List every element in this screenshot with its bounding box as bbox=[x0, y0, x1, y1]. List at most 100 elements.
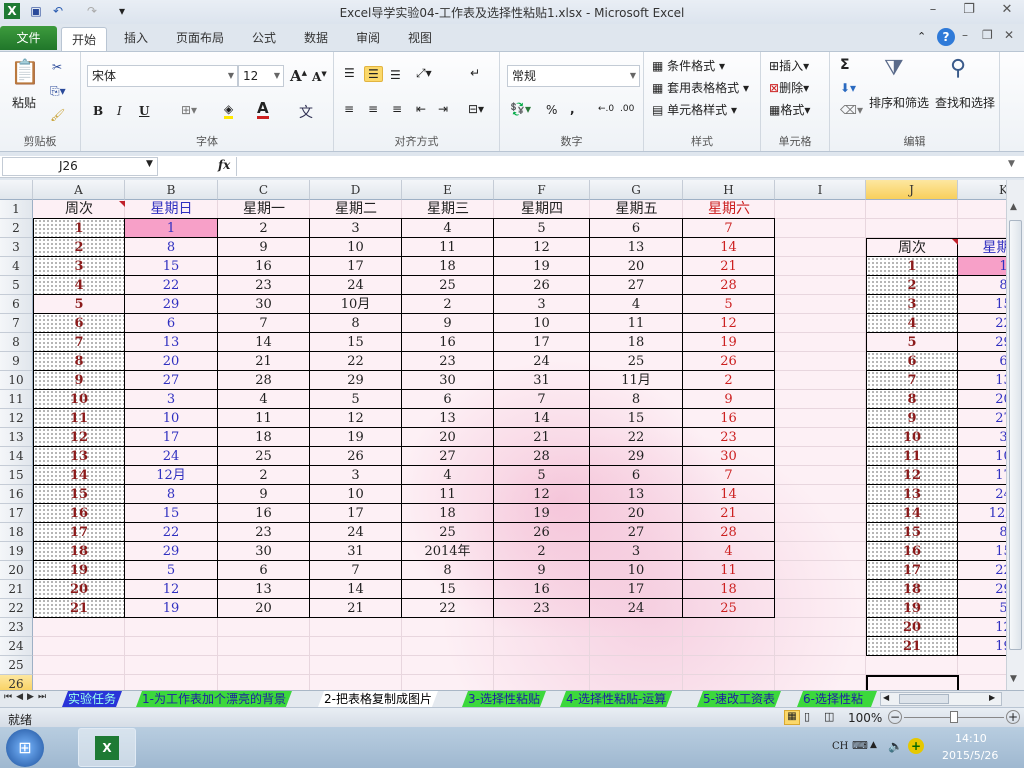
table-cell[interactable]: 6 bbox=[590, 219, 683, 238]
table-cell[interactable]: 16 bbox=[218, 257, 310, 276]
pasted-cell[interactable]: 15 bbox=[866, 523, 958, 542]
paste-icon[interactable]: 📋 bbox=[10, 58, 40, 86]
sheet-tab[interactable]: 1-为工作表加个漂亮的背景 bbox=[136, 691, 292, 707]
table-cell[interactable]: 25 bbox=[402, 276, 494, 295]
percent-button[interactable]: % bbox=[546, 103, 557, 117]
table-cell[interactable]: 8 bbox=[402, 561, 494, 580]
table-cell[interactable]: 5 bbox=[125, 561, 218, 580]
column-header[interactable]: C bbox=[218, 180, 310, 200]
column-header[interactable]: H bbox=[683, 180, 775, 200]
table-cell[interactable]: 19 bbox=[310, 428, 402, 447]
number-format-combo[interactable]: 常规 ▼ bbox=[507, 65, 640, 87]
scroll-down-icon[interactable]: ▼ bbox=[1010, 674, 1017, 684]
row-header[interactable]: 19 bbox=[0, 542, 33, 561]
taskbar-excel-button[interactable]: X bbox=[78, 728, 136, 767]
table-cell[interactable]: 14 bbox=[683, 238, 775, 257]
workbook-minimize-icon[interactable]: – bbox=[962, 28, 968, 42]
pasted-cell[interactable]: 5 bbox=[866, 333, 958, 352]
table-cell[interactable]: 25 bbox=[402, 523, 494, 542]
table-cell[interactable]: 19 bbox=[33, 561, 125, 580]
table-cell[interactable]: 7 bbox=[683, 466, 775, 485]
minimize-button[interactable]: – bbox=[920, 2, 946, 20]
table-cell[interactable]: 1 bbox=[125, 219, 218, 238]
table-cell[interactable]: 17 bbox=[590, 580, 683, 599]
worksheet-grid[interactable]: A B C D E F G H I J K 1 2 3 4 5 6 7 8 9 10 11 12 13 14 15 16 17 18 19… bbox=[0, 180, 1006, 690]
table-cell[interactable]: 2 bbox=[218, 466, 310, 485]
pasted-cell[interactable]: 19 bbox=[866, 599, 958, 618]
clock-time[interactable]: 14:10 bbox=[955, 732, 987, 745]
table-cell[interactable]: 26 bbox=[683, 352, 775, 371]
table-cell[interactable]: 25 bbox=[683, 599, 775, 618]
table-cell[interactable]: 10 bbox=[310, 485, 402, 504]
table-cell[interactable]: 20 bbox=[125, 352, 218, 371]
table-cell[interactable]: 11 bbox=[33, 409, 125, 428]
table-cell[interactable]: 5 bbox=[33, 295, 125, 314]
table-cell[interactable]: 13 bbox=[125, 333, 218, 352]
input-language[interactable]: CH bbox=[832, 741, 848, 752]
table-header-cell[interactable]: 星期五 bbox=[590, 200, 683, 219]
table-cell[interactable]: 27 bbox=[125, 371, 218, 390]
table-header-cell[interactable]: 星期六 bbox=[683, 200, 775, 219]
table-cell[interactable]: 11月 bbox=[590, 371, 683, 390]
align-bottom-icon[interactable]: ☰ bbox=[390, 68, 401, 82]
row-header[interactable]: 26 bbox=[0, 675, 33, 690]
cell-styles-button[interactable]: ▤ 单元格样式 ▾ bbox=[652, 101, 737, 118]
pasted-cell[interactable]: 22 bbox=[958, 561, 1006, 580]
table-cell[interactable]: 23 bbox=[218, 276, 310, 295]
table-cell[interactable]: 19 bbox=[125, 599, 218, 618]
pasted-cell[interactable]: 12月 bbox=[958, 504, 1006, 523]
table-cell[interactable]: 23 bbox=[683, 428, 775, 447]
table-cell[interactable]: 20 bbox=[590, 257, 683, 276]
table-cell[interactable]: 16 bbox=[494, 580, 590, 599]
decrease-decimal-icon[interactable]: .00 bbox=[620, 104, 634, 114]
table-cell[interactable]: 12 bbox=[125, 580, 218, 599]
delete-cells-button[interactable]: ⊠删除▾ bbox=[769, 79, 809, 96]
merge-center-icon[interactable]: ⊟▾ bbox=[468, 102, 484, 116]
table-cell[interactable]: 4 bbox=[402, 466, 494, 485]
column-header[interactable]: F bbox=[494, 180, 590, 200]
table-cell[interactable]: 6 bbox=[402, 390, 494, 409]
row-header[interactable]: 13 bbox=[0, 428, 33, 447]
table-cell[interactable]: 4 bbox=[218, 390, 310, 409]
formula-input[interactable] bbox=[236, 157, 1004, 176]
table-cell[interactable]: 12 bbox=[310, 409, 402, 428]
table-cell[interactable]: 25 bbox=[218, 447, 310, 466]
table-cell[interactable]: 2 bbox=[683, 371, 775, 390]
table-cell[interactable]: 18 bbox=[402, 504, 494, 523]
pasted-cell[interactable]: 18 bbox=[866, 580, 958, 599]
table-cell[interactable]: 23 bbox=[218, 523, 310, 542]
table-cell[interactable]: 7 bbox=[33, 333, 125, 352]
pasted-cell[interactable]: 5 bbox=[958, 599, 1006, 618]
table-cell[interactable]: 9 bbox=[218, 485, 310, 504]
hscroll-thumb[interactable] bbox=[899, 694, 949, 704]
pasted-cell[interactable]: 10 bbox=[958, 447, 1006, 466]
clear-icon[interactable]: ⌫▾ bbox=[840, 103, 863, 117]
start-button[interactable]: ⊞ bbox=[6, 729, 44, 767]
column-header[interactable]: I bbox=[775, 180, 866, 200]
table-cell[interactable]: 11 bbox=[402, 238, 494, 257]
table-cell[interactable]: 14 bbox=[310, 580, 402, 599]
decrease-indent-icon[interactable]: ⇤ bbox=[416, 102, 426, 116]
table-cell[interactable]: 13 bbox=[590, 238, 683, 257]
pasted-header-cell[interactable]: 周次 bbox=[866, 238, 958, 257]
table-cell[interactable]: 24 bbox=[310, 276, 402, 295]
table-cell[interactable]: 2 bbox=[218, 219, 310, 238]
table-cell[interactable]: 15 bbox=[310, 333, 402, 352]
bold-button[interactable]: B bbox=[93, 104, 103, 118]
table-cell[interactable]: 28 bbox=[494, 447, 590, 466]
pasted-cell[interactable]: 24 bbox=[958, 485, 1006, 504]
table-header-cell[interactable]: 星期日 bbox=[125, 200, 218, 219]
select-all-button[interactable] bbox=[0, 180, 33, 200]
pasted-cell[interactable]: 29 bbox=[958, 333, 1006, 352]
row-header[interactable]: 2 bbox=[0, 219, 33, 238]
zoom-level[interactable]: 100% bbox=[848, 711, 882, 725]
scroll-up-icon[interactable]: ▲ bbox=[1010, 202, 1017, 212]
insert-cells-button[interactable]: ⊞插入▾ bbox=[769, 57, 809, 74]
table-cell[interactable]: 13 bbox=[33, 447, 125, 466]
table-cell[interactable]: 5 bbox=[494, 466, 590, 485]
table-cell[interactable]: 15 bbox=[125, 504, 218, 523]
table-cell[interactable]: 14 bbox=[218, 333, 310, 352]
pasted-cell[interactable]: 4 bbox=[866, 314, 958, 333]
table-cell[interactable]: 18 bbox=[33, 542, 125, 561]
italic-button[interactable]: I bbox=[117, 104, 122, 118]
